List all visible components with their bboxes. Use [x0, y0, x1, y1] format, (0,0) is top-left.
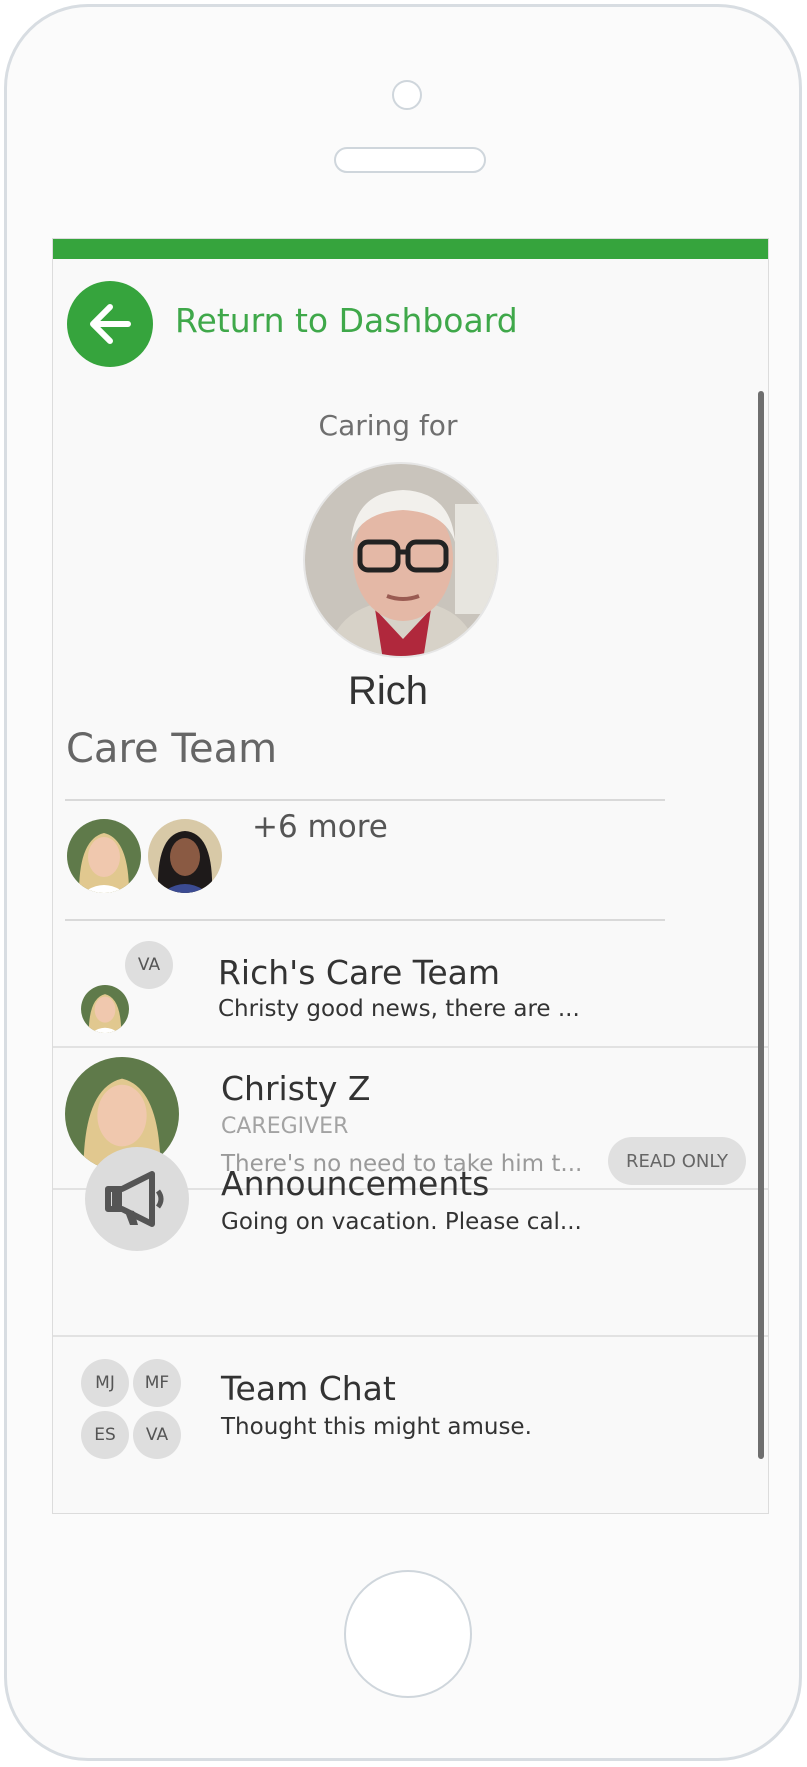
return-to-dashboard-link[interactable]: Return to Dashboard	[175, 301, 518, 340]
app-screen: Return to Dashboard Caring for Rich Care…	[52, 238, 769, 1514]
initials-badge: MF	[133, 1359, 181, 1407]
row-divider	[65, 919, 665, 921]
earpiece-speaker	[334, 147, 486, 173]
conversation-preview: Going on vacation. Please cal...	[221, 1209, 582, 1235]
care-team-title: Care Team	[66, 726, 278, 772]
conversation-title: Christy Z	[221, 1069, 371, 1108]
megaphone-icon	[105, 1171, 164, 1227]
row-divider	[53, 1046, 768, 1048]
member-avatar[interactable]	[148, 819, 222, 893]
top-accent-bar	[53, 239, 768, 259]
scrollbar[interactable]	[758, 391, 764, 1459]
home-button[interactable]	[344, 1570, 472, 1698]
arrow-left-icon	[90, 304, 131, 344]
announcement-avatar	[85, 1147, 189, 1251]
patient-name: Rich	[347, 669, 429, 713]
initials-badge: ES	[81, 1411, 129, 1459]
read-only-badge: READ ONLY	[608, 1137, 746, 1185]
conversation-title: Announcements	[221, 1164, 490, 1203]
back-button[interactable]	[67, 281, 153, 367]
patient-avatar[interactable]	[303, 462, 499, 658]
initials-badge: VA	[133, 1411, 181, 1459]
initials-badge: MJ	[81, 1359, 129, 1407]
phone-frame: Return to Dashboard Caring for Rich Care…	[4, 4, 802, 1761]
row-divider	[53, 1335, 768, 1337]
conversation-preview: Christy good news, there are ...	[218, 996, 580, 1022]
member-avatar	[81, 985, 129, 1033]
conversation-preview: Thought this might amuse.	[221, 1414, 532, 1440]
front-camera	[392, 80, 422, 110]
more-members-count[interactable]: +6 more	[252, 809, 388, 845]
initials-badge: VA	[125, 941, 173, 989]
conversation-title: Team Chat	[221, 1369, 396, 1408]
member-avatar[interactable]	[67, 819, 141, 893]
conversation-title: Rich's Care Team	[218, 953, 501, 992]
section-divider	[65, 799, 665, 801]
caring-for-label: Caring for	[318, 409, 458, 442]
member-role: CAREGIVER	[221, 1114, 349, 1139]
